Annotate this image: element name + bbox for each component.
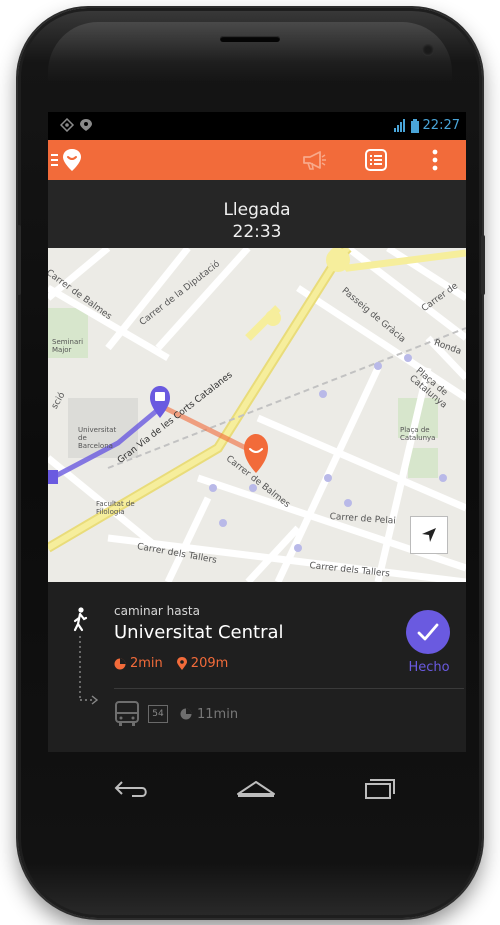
clock-icon — [180, 708, 192, 720]
megaphone-icon — [303, 151, 326, 170]
route-number-badge: 54 — [148, 705, 168, 723]
done-button[interactable] — [406, 610, 450, 654]
place-label: Plaça de Catalunya — [400, 426, 436, 442]
action-bar — [48, 140, 466, 180]
arrival-header: Llegada 22:33 — [48, 180, 466, 248]
home-button[interactable] — [234, 776, 278, 804]
phone-shine — [48, 22, 452, 82]
hamburger-icon — [51, 154, 58, 166]
back-icon — [114, 781, 147, 797]
next-step-row[interactable]: 54 11min — [114, 700, 238, 728]
recent-apps-button[interactable] — [360, 776, 400, 804]
walk-distance: 209m — [190, 656, 229, 671]
app-logo-icon — [63, 149, 81, 171]
ride-duration: 11min — [180, 707, 238, 722]
walk-time: 2min — [130, 656, 163, 671]
list-view-button[interactable] — [358, 140, 394, 180]
place-label: Universitat de Barcelona — [78, 426, 117, 450]
map-view[interactable]: Carrer de Balmes Carrer de la Diputació … — [48, 248, 466, 582]
walk-distance-stat: 209m — [176, 656, 229, 671]
locate-me-button[interactable] — [410, 516, 448, 554]
megaphone-button[interactable] — [296, 140, 332, 180]
status-icons-right: 22:27 — [393, 118, 460, 133]
panel-divider — [114, 688, 464, 689]
list-view-icon — [365, 149, 387, 171]
screen: 22:27 Llegada 22:33 Carrer de Balmes Car… — [48, 112, 466, 752]
walk-instruction-label: caminar hasta — [114, 604, 200, 618]
location-arrow-icon — [422, 528, 436, 542]
earpiece-speaker — [220, 36, 280, 42]
recent-apps-icon — [365, 779, 395, 799]
walk-time-stat: 2min — [114, 656, 163, 671]
walking-person-icon — [73, 607, 88, 632]
bus-icon — [115, 701, 139, 726]
pin-icon — [176, 657, 187, 670]
front-camera — [422, 44, 434, 56]
checkmark-icon — [417, 623, 439, 641]
status-bar: 22:27 — [48, 112, 466, 140]
arrival-time: 22:33 — [232, 222, 282, 242]
walk-stats: 2min 209m — [114, 656, 242, 671]
arrival-label: Llegada — [223, 200, 291, 220]
overflow-menu-icon — [432, 149, 438, 171]
home-icon — [237, 781, 275, 797]
back-button[interactable] — [112, 776, 152, 804]
directions-panel: caminar hasta Universitat Central 2min 2… — [48, 582, 466, 752]
notification-icons — [59, 117, 92, 133]
power-button — [481, 235, 485, 295]
step-connector — [73, 607, 99, 705]
map-canvas — [48, 248, 466, 582]
destination-name: Universitat Central — [114, 622, 284, 643]
done-label[interactable]: Hecho — [398, 660, 460, 675]
place-label: Facultat de Filologia — [96, 500, 135, 516]
volume-button — [17, 225, 21, 295]
signal-icon — [393, 119, 405, 132]
navigation-bar — [66, 752, 434, 842]
status-icons-left — [59, 117, 96, 136]
battery-icon — [410, 118, 419, 133]
ride-time: 11min — [197, 706, 239, 722]
app-home-button[interactable] — [48, 140, 92, 180]
place-label: Seminari Major — [52, 338, 84, 354]
status-time: 22:27 — [422, 118, 460, 133]
clock-icon — [114, 658, 126, 669]
overflow-menu-button[interactable] — [420, 140, 450, 180]
